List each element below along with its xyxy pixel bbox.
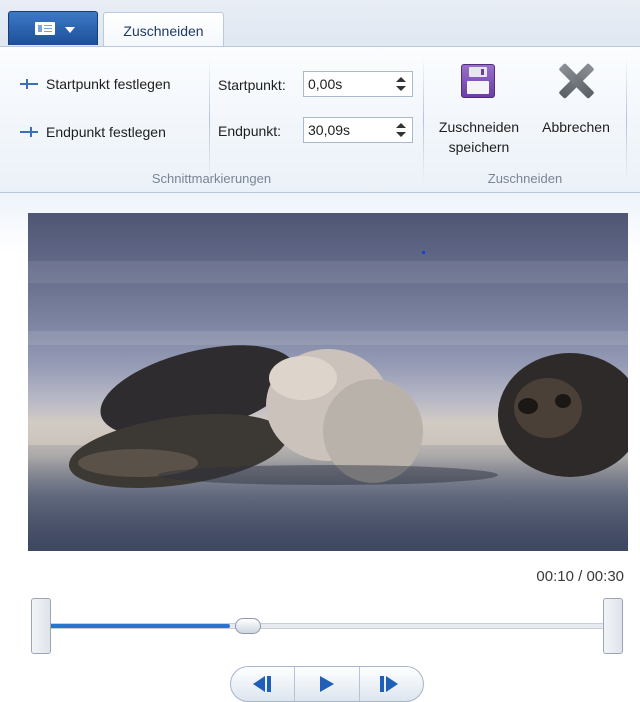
- group-label-zuschneiden: Zuschneiden: [487, 171, 563, 186]
- chevron-down-icon: [65, 27, 75, 33]
- playback-controls: [230, 666, 424, 702]
- stepper-arrows-icon[interactable]: [396, 77, 406, 91]
- end-marker-icon: [18, 125, 40, 139]
- save-trim-label-line1: Zuschneiden: [438, 119, 520, 135]
- group-label-schnittmarkierungen: Schnittmarkierungen: [151, 171, 272, 186]
- previous-frame-button[interactable]: [231, 667, 294, 701]
- end-trim-handle[interactable]: [603, 598, 623, 654]
- timeline-track[interactable]: [46, 623, 608, 629]
- ribbon: Startpunkt festlegen Endpunkt festlegen …: [0, 46, 640, 193]
- set-end-point-button[interactable]: Endpunkt festlegen: [18, 120, 166, 144]
- set-end-point-label: Endpunkt festlegen: [46, 124, 166, 140]
- set-start-point-button[interactable]: Startpunkt festlegen: [18, 72, 171, 96]
- start-point-value: 0,00s: [308, 76, 343, 92]
- stepper-arrows-icon[interactable]: [396, 123, 406, 137]
- save-trim-button[interactable]: Zuschneiden speichern: [429, 117, 529, 157]
- group-divider: [209, 57, 210, 183]
- start-trim-handle[interactable]: [31, 598, 51, 654]
- group-divider: [423, 57, 424, 183]
- cancel-button[interactable]: Abbrechen: [530, 117, 622, 137]
- end-point-stepper[interactable]: 30,09s: [303, 117, 413, 143]
- video-frame-image: [68, 345, 628, 488]
- save-trim-label-line2: speichern: [448, 139, 510, 155]
- document-icon: [35, 22, 55, 35]
- next-frame-button[interactable]: [358, 667, 423, 701]
- end-point-value: 30,09s: [308, 122, 351, 138]
- start-point-label: Startpunkt:: [218, 77, 286, 93]
- cancel-label: Abbrechen: [542, 119, 610, 135]
- end-point-label: Endpunkt:: [218, 123, 282, 139]
- playhead-thumb[interactable]: [235, 618, 262, 634]
- group-divider: [626, 57, 627, 183]
- time-display: 00:10 / 00:30: [536, 568, 624, 585]
- video-preview[interactable]: [28, 213, 628, 551]
- start-marker-icon: [18, 77, 40, 91]
- save-icon[interactable]: [461, 64, 495, 98]
- tab-zuschneiden[interactable]: Zuschneiden: [103, 12, 224, 47]
- timeline-progress: [47, 624, 231, 628]
- play-button[interactable]: [294, 667, 358, 701]
- app-menu-button[interactable]: [8, 11, 98, 45]
- start-point-stepper[interactable]: 0,00s: [303, 71, 413, 97]
- ribbon-tab-bar: Zuschneiden: [0, 0, 640, 47]
- set-start-point-label: Startpunkt festlegen: [46, 76, 171, 92]
- close-icon[interactable]: [557, 62, 595, 100]
